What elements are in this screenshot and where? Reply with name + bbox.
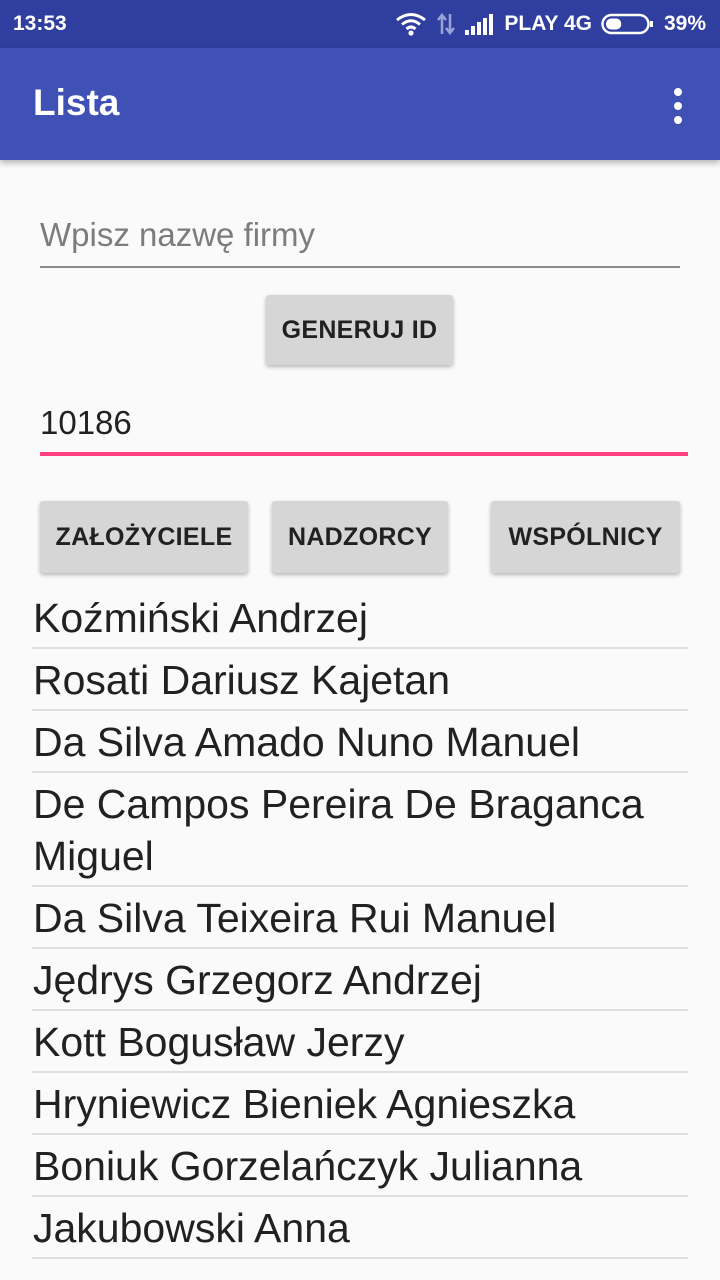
wifi-icon bbox=[395, 12, 427, 36]
battery-percent: 39% bbox=[663, 12, 706, 35]
list-item[interactable]: De Campos Pereira De Braganca Miguel bbox=[32, 773, 688, 887]
page-title: Lista bbox=[33, 82, 120, 123]
founders-button[interactable]: ZAŁOŻYCIELE bbox=[40, 501, 248, 573]
dot bbox=[674, 102, 682, 110]
list-item[interactable]: Rosati Dariusz Kajetan bbox=[32, 649, 688, 711]
data-arrows-icon bbox=[436, 12, 456, 36]
partners-button[interactable]: WSPÓLNICY bbox=[491, 501, 680, 573]
app-bar: Lista bbox=[0, 48, 720, 160]
list-item[interactable]: Kott Bogusław Jerzy bbox=[32, 1011, 688, 1073]
carrier-label: PLAY 4G bbox=[504, 12, 592, 35]
list-item[interactable]: Da Silva Amado Nuno Manuel bbox=[32, 711, 688, 773]
people-list: Koźmiński Andrzej Rosati Dariusz Kajetan… bbox=[32, 587, 688, 1259]
company-name-input[interactable] bbox=[40, 212, 680, 268]
status-bar: 13:53 PLAY 4G 39% bbox=[0, 0, 720, 48]
generate-id-button[interactable]: GENERUJ ID bbox=[266, 295, 453, 365]
dot bbox=[674, 116, 682, 124]
status-time: 13:53 bbox=[13, 12, 67, 35]
signal-icon bbox=[465, 13, 495, 35]
supervisors-button[interactable]: NADZORCY bbox=[272, 501, 448, 573]
list-item[interactable]: Boniuk Gorzelańczyk Julianna bbox=[32, 1135, 688, 1197]
list-item[interactable]: Hryniewicz Bieniek Agnieszka bbox=[32, 1073, 688, 1135]
list-item[interactable]: Da Silva Teixeira Rui Manuel bbox=[32, 887, 688, 949]
status-icons: PLAY 4G 39% bbox=[395, 11, 706, 37]
battery-icon bbox=[601, 13, 655, 35]
list-item[interactable]: Jakubowski Anna bbox=[32, 1197, 688, 1259]
more-vert-icon[interactable] bbox=[666, 86, 690, 126]
id-field[interactable] bbox=[40, 400, 688, 456]
list-item[interactable]: Jędrys Grzegorz Andrzej bbox=[32, 949, 688, 1011]
list-item[interactable]: Koźmiński Andrzej bbox=[32, 587, 688, 649]
dot bbox=[674, 88, 682, 96]
